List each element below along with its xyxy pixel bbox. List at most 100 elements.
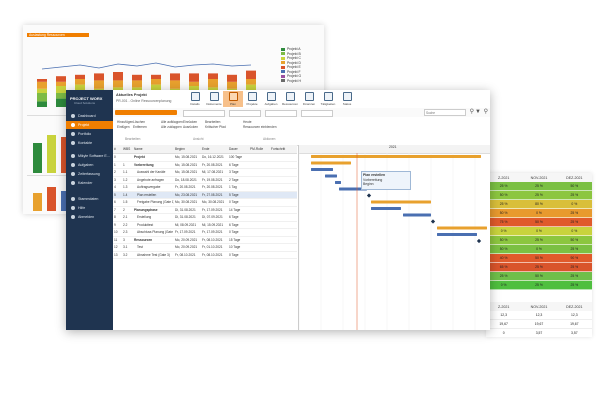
grid-cell: Fr, 17.09.2021 <box>202 230 223 234</box>
gantt-bar[interactable] <box>371 207 401 210</box>
sidebar-item-5[interactable]: Mikyle Software E... <box>66 152 113 160</box>
sidebar-item-7[interactable]: Zeiterfassung <box>66 170 113 178</box>
table-row[interactable]: 6 1.5 Freigabe Planung (Gate 1) Mo, 30.08.2… <box>113 199 297 207</box>
sidebar-item-1[interactable]: Dashboard <box>66 112 113 120</box>
table-row[interactable]: 7 2 Planungsphase Di, 31.08.2021 Fr, 17.09.2… <box>113 207 297 214</box>
gantt-bar[interactable] <box>311 168 333 171</box>
filter-dropdown[interactable] <box>265 110 297 117</box>
table-cell: 50 % <box>499 211 508 215</box>
toolbar-button-4[interactable]: Projekte <box>242 91 262 107</box>
sidebar-item-11[interactable]: Abmelden <box>66 213 113 221</box>
table-row[interactable]: 1 1 Vorbereitung Mo, 15.08.2021 Fr, 20.08.20… <box>113 162 297 169</box>
table-row[interactable]: 4 1.3 Auftragsvergabe Fr, 20.08.2021 Fr, 20.… <box>113 184 297 192</box>
sidebar-item-2[interactable]: Projekt <box>66 121 113 129</box>
table-row[interactable]: 12 3.1 Test Mo, 20.09.2021 Fr, 01.10.2021 10 … <box>113 244 297 252</box>
gantt-milestone[interactable] <box>366 193 372 198</box>
gantt-bar[interactable] <box>335 181 341 184</box>
toolbar-button-7[interactable]: Finanzen <box>299 91 319 107</box>
grid-cell: Mo, 15.08.2021 <box>175 170 198 174</box>
ribbon-item[interactable]: Einrücken <box>183 120 197 124</box>
grid-column-header[interactable]: Ende <box>201 145 228 153</box>
sidebar-item-4[interactable]: Kontakte <box>66 139 113 147</box>
grid-cell: Mo, 20.09.2021 <box>175 237 198 242</box>
table-row[interactable]: 5 1.4 Plan erstellen Mo, 23.08.2021 Fr, 27.0… <box>113 191 297 199</box>
grid-cell <box>270 192 291 199</box>
ribbon-item[interactable]: Ressourcen einblenden <box>243 125 277 129</box>
report-title: Auslastung Ressourcen <box>29 33 65 37</box>
grid-column-header[interactable]: # <box>113 145 122 153</box>
grid-cell: Erstellung <box>137 215 152 219</box>
grid-column-header[interactable]: Beginn <box>174 145 201 153</box>
ribbon-item[interactable]: Löschen <box>133 120 145 124</box>
project-selector[interactable] <box>115 110 177 115</box>
table-cell: 25 % <box>499 274 508 278</box>
sidebar-item-6[interactable]: Aufgaben <box>66 161 113 169</box>
toolbar-button-3[interactable]: Plan <box>223 91 243 107</box>
search-input[interactable] <box>424 109 466 116</box>
table-row: 25 % 25 % 50 % <box>486 182 592 191</box>
sidebar-item-9[interactable]: Stammdaten <box>66 195 113 203</box>
grid-cell: Di, 31.08.2021 <box>175 207 196 212</box>
filter-icon[interactable]: ▼ <box>475 109 481 115</box>
table-row[interactable]: 13 3.2 Abnahme Test (Gate 3) Fr, 08.10.2021… <box>113 252 297 259</box>
ribbon-item[interactable]: Heute <box>243 120 252 124</box>
table-cell: 0 <box>502 331 505 335</box>
gantt-bar[interactable] <box>437 226 487 230</box>
toolbar-button-2[interactable]: Dokumente <box>204 91 224 107</box>
filter-dropdown[interactable] <box>183 110 225 117</box>
gantt-bar[interactable] <box>311 161 351 165</box>
table-row[interactable]: 9 2.2 Produkttest Mi, 08.09.2021 Mi, 15.09.2… <box>113 222 297 229</box>
toolbar-button-8[interactable]: Tätigkeiten <box>318 91 338 107</box>
filter-dropdown[interactable] <box>301 110 333 117</box>
column-header: DEZ-2021 <box>566 304 583 309</box>
background-bar-segment <box>56 76 66 82</box>
table-row[interactable]: 3 1.2 Angebote anfragen Do, 18.08.2021 Fr, 1… <box>113 177 297 184</box>
grid-column-header[interactable]: Name <box>133 145 174 153</box>
gantt-bar[interactable] <box>437 233 477 236</box>
grid-column-header[interactable]: Dauer <box>228 145 249 153</box>
sidebar-item-3[interactable]: Portfolio <box>66 130 113 138</box>
grid-cell <box>270 252 291 259</box>
background-bar-segment <box>56 81 66 86</box>
sidebar-item-8[interactable]: Kalender <box>66 179 113 187</box>
table-cell: 50 % <box>570 184 579 188</box>
table-row[interactable]: 10 2.3 Abschluss Planung (Gate 2) Fr, 17.09… <box>113 229 297 237</box>
toolbar-button-9[interactable]: Status <box>337 91 357 107</box>
ribbon-item[interactable]: Kritischer Pfad <box>205 125 226 129</box>
ribbon-item[interactable]: Ausrücken <box>183 125 198 129</box>
grid-cell: 0 Tage <box>229 252 239 257</box>
table-row[interactable]: 8 2.1 Erstellung Di, 31.08.2021 Di, 07.09.20… <box>113 214 297 222</box>
gantt-bar[interactable] <box>371 200 431 204</box>
gantt-bar[interactable] <box>311 155 481 158</box>
grid-cell: Mo, 15.08.2021 <box>175 162 198 167</box>
toolbar-button-5[interactable]: Aufgaben <box>261 91 281 107</box>
grid-cell <box>270 207 291 214</box>
grid-column-header[interactable]: Fortschritt <box>270 145 291 153</box>
sidebar-item-10[interactable]: Hilfe <box>66 204 113 212</box>
grid-column-header[interactable]: WBS <box>122 145 133 153</box>
grid-cell <box>249 229 270 236</box>
ribbon-item[interactable]: Einfügen <box>117 125 130 129</box>
gantt-milestone[interactable] <box>476 238 482 244</box>
ribbon-item[interactable]: Bearbeiten <box>205 120 220 124</box>
ribbon-item[interactable]: Alle aufklappen <box>161 120 183 124</box>
ribbon-item[interactable]: Alle zuklappen <box>161 125 182 129</box>
gantt-bar[interactable] <box>325 174 337 178</box>
table-row[interactable]: 2 1.1 Auswahl der Kanäle Mo, 15.08.2021 Mi, … <box>113 169 297 177</box>
table-row[interactable]: 11 3 Ressourcen Mo, 20.09.2021 Fr, 08.10.202… <box>113 237 297 244</box>
grid-cell: Fr, 19.08.2021 <box>202 177 223 182</box>
toolbar-button-6[interactable]: Ressourcen <box>280 91 300 107</box>
zoom-icon[interactable]: ⚲ <box>484 109 488 115</box>
filter-dropdown[interactable] <box>229 110 261 117</box>
search-icon[interactable]: ⚲ <box>470 109 474 115</box>
gantt-milestone[interactable] <box>430 219 436 224</box>
ribbon-item[interactable]: Hinzufügen <box>117 120 133 124</box>
background-bar-segment <box>246 70 256 79</box>
grid-column-header[interactable]: PM-Rolle <box>249 145 270 153</box>
gantt-bar[interactable] <box>403 213 431 217</box>
legend-label: Projekt D <box>287 60 301 65</box>
toolbar-button-1[interactable]: Details <box>185 91 205 107</box>
ribbon-item[interactable]: Entfernen <box>133 125 147 129</box>
table-row[interactable]: 0 Projekt Mo, 15.08.2021 Do, 16.12.2021 100 … <box>113 154 297 162</box>
sidebar-item-label: Kalender <box>78 181 93 185</box>
